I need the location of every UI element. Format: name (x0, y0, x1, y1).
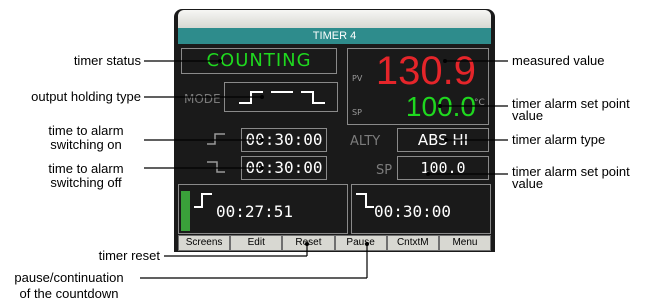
annotation-alarm-sp-1-line2: value (512, 108, 544, 123)
annotation-pause-line1: pause/continuation (14, 270, 124, 285)
annotation-alarm-sp-2-line2: value (512, 176, 544, 191)
annotation-timer-reset: timer reset (98, 248, 160, 263)
annotation-measured-value: measured value (512, 53, 605, 68)
annotation-time-on-line1: time to alarm (48, 123, 124, 138)
annotation-time-on-line2: switching on (50, 137, 122, 152)
annotation-time-off-line2: switching off (50, 175, 122, 190)
annotation-output-holding-type: output holding type (31, 89, 141, 104)
annotation-time-off-line1: time to alarm (48, 161, 124, 176)
annotation-alarm-type: timer alarm type (512, 132, 606, 147)
annotation-pause-line2: of the countdown (19, 286, 119, 301)
annotation-timer-status: timer status (73, 53, 141, 68)
